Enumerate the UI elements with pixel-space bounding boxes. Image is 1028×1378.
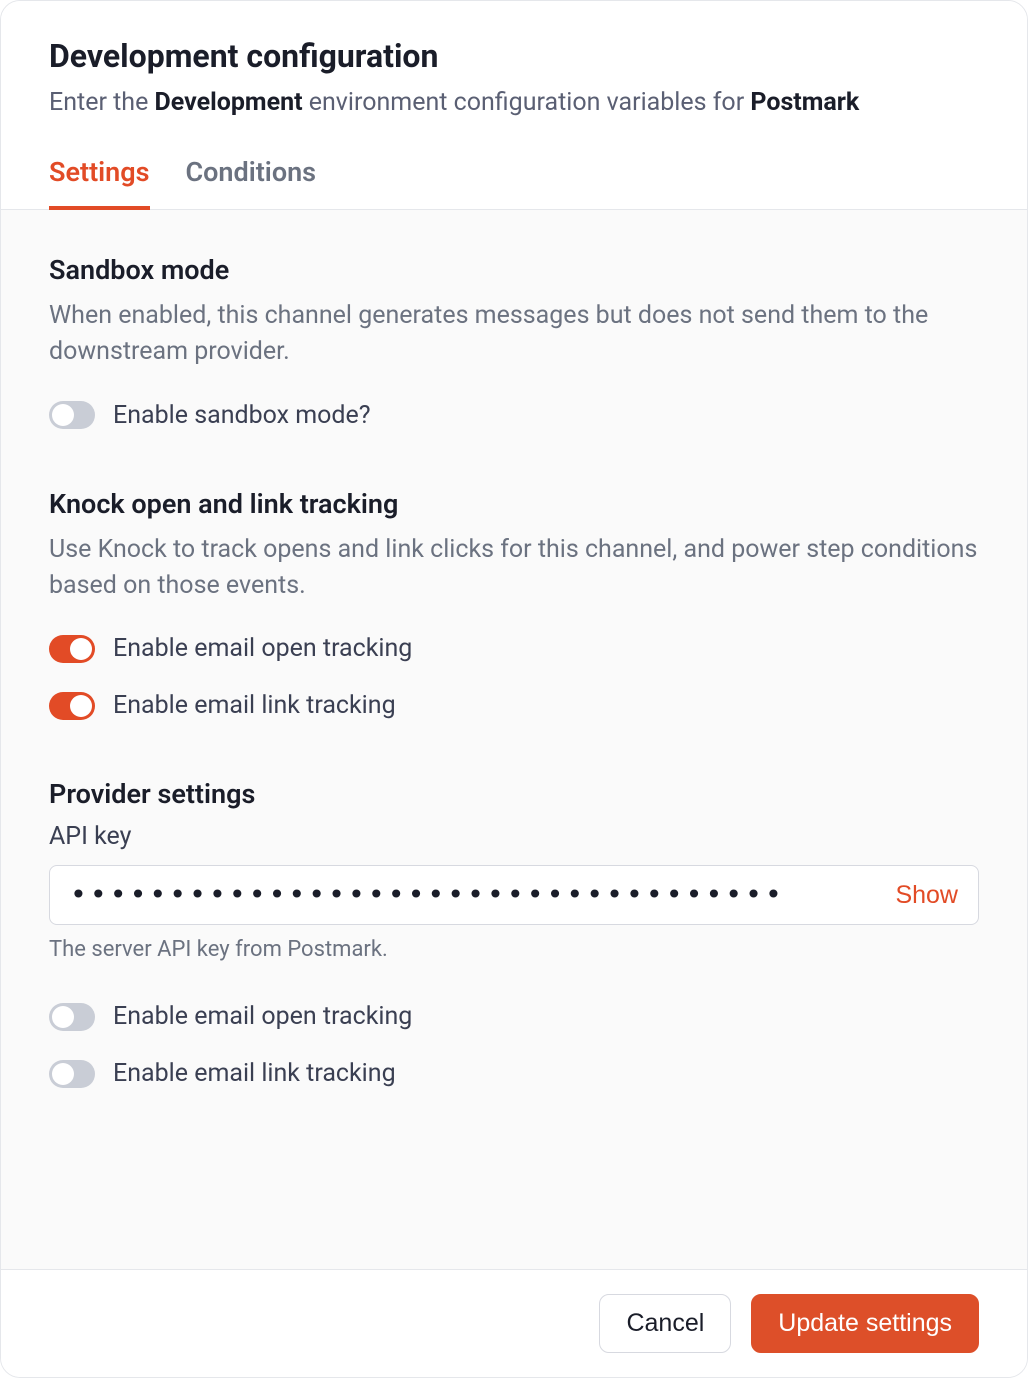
provider-open-tracking-toggle[interactable] — [49, 1003, 95, 1031]
provider-open-tracking-row: Enable email open tracking — [49, 1002, 979, 1031]
provider-link-tracking-row: Enable email link tracking — [49, 1059, 979, 1088]
provider-title: Provider settings — [49, 778, 979, 810]
provider-name: Postmark — [750, 88, 859, 117]
api-key-label: API key — [49, 822, 979, 851]
tracking-title: Knock open and link tracking — [49, 488, 979, 520]
sandbox-toggle[interactable] — [49, 401, 95, 429]
sandbox-desc: When enabled, this channel generates mes… — [49, 298, 979, 371]
tab-conditions[interactable]: Conditions — [186, 156, 317, 210]
open-tracking-label: Enable email open tracking — [113, 634, 412, 663]
tracking-section: Knock open and link tracking Use Knock t… — [49, 488, 979, 721]
modal-subtitle: Enter the Development environment config… — [49, 85, 979, 120]
modal-body: Sandbox mode When enabled, this channel … — [1, 210, 1027, 1269]
provider-open-tracking-label: Enable email open tracking — [113, 1002, 412, 1031]
tracking-desc: Use Knock to track opens and link clicks… — [49, 532, 979, 605]
toggle-knob — [70, 638, 92, 660]
toggle-knob — [52, 404, 74, 426]
env-name: Development — [155, 88, 303, 117]
sandbox-title: Sandbox mode — [49, 254, 979, 286]
api-key-input-wrap[interactable]: •••••••••••••••••••••••••••••••••••• Sho… — [49, 865, 979, 925]
open-tracking-toggle[interactable] — [49, 635, 95, 663]
show-api-key-button[interactable]: Show — [879, 881, 958, 910]
api-key-input[interactable]: •••••••••••••••••••••••••••••••••••• — [70, 881, 879, 909]
api-key-help: The server API key from Postmark. — [49, 937, 979, 962]
modal-footer: Cancel Update settings — [1, 1269, 1027, 1377]
toggle-knob — [52, 1006, 74, 1028]
toggle-knob — [52, 1063, 74, 1085]
sandbox-section: Sandbox mode When enabled, this channel … — [49, 254, 979, 430]
update-settings-button[interactable]: Update settings — [751, 1294, 979, 1353]
cancel-button[interactable]: Cancel — [599, 1294, 731, 1353]
modal-title: Development configuration — [49, 37, 979, 75]
link-tracking-label: Enable email link tracking — [113, 691, 396, 720]
config-modal: Development configuration Enter the Deve… — [0, 0, 1028, 1378]
sandbox-toggle-label: Enable sandbox mode? — [113, 401, 371, 430]
link-tracking-row: Enable email link tracking — [49, 691, 979, 720]
provider-section: Provider settings API key ••••••••••••••… — [49, 778, 979, 1088]
provider-link-tracking-toggle[interactable] — [49, 1060, 95, 1088]
toggle-knob — [70, 695, 92, 717]
modal-header: Development configuration Enter the Deve… — [1, 1, 1027, 120]
link-tracking-toggle[interactable] — [49, 692, 95, 720]
tab-settings[interactable]: Settings — [49, 156, 150, 210]
provider-link-tracking-label: Enable email link tracking — [113, 1059, 396, 1088]
tabs: Settings Conditions — [1, 120, 1027, 210]
open-tracking-row: Enable email open tracking — [49, 634, 979, 663]
sandbox-toggle-row: Enable sandbox mode? — [49, 401, 979, 430]
